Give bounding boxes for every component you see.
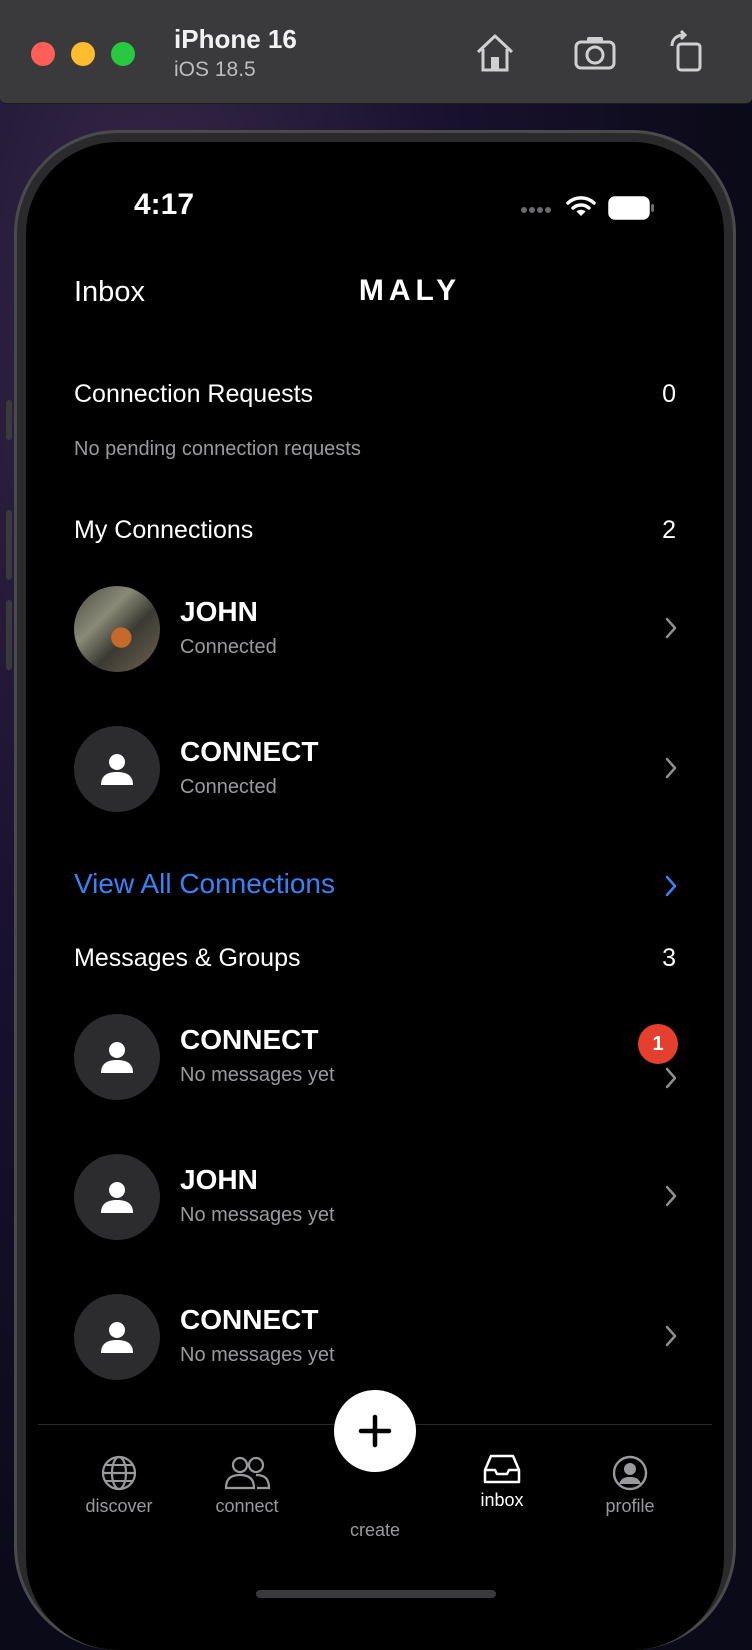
- tab-profile[interactable]: profile: [570, 1454, 690, 1517]
- status-time: 4:17: [134, 188, 195, 221]
- avatar: [74, 1014, 160, 1100]
- connection-status: Connected: [180, 636, 277, 658]
- messages-groups-count: 3: [662, 944, 676, 972]
- minimize-window-button[interactable]: [71, 42, 95, 66]
- conversation-name: CONNECT: [180, 1024, 319, 1055]
- conversation-name: CONNECT: [180, 1304, 319, 1335]
- my-connections-count: 2: [662, 516, 676, 544]
- rotate-icon[interactable]: [664, 30, 710, 76]
- connection-name: CONNECT: [180, 736, 319, 767]
- connection-row[interactable]: CONNECT Connected: [74, 726, 678, 812]
- battery-icon: [608, 196, 654, 220]
- tab-label: discover: [85, 1496, 153, 1516]
- connection-requests-empty: No pending connection requests: [74, 438, 361, 460]
- simulator-titlebar: iPhone 16 iOS 18.5: [0, 0, 752, 104]
- message-preview: No messages yet: [180, 1204, 335, 1226]
- message-row[interactable]: CONNECT No messages yet: [74, 1294, 678, 1380]
- zoom-window-button[interactable]: [111, 42, 135, 66]
- avatar: [74, 586, 160, 672]
- person-icon: [101, 1322, 133, 1353]
- home-indicator[interactable]: [256, 1590, 496, 1598]
- message-preview: No messages yet: [180, 1344, 335, 1366]
- chevron-right-icon: [665, 757, 677, 779]
- device-name: iPhone 16: [174, 24, 297, 54]
- person-icon: [101, 1182, 133, 1213]
- connection-requests-title: Connection Requests: [74, 380, 314, 408]
- connection-row[interactable]: JOHN Connected: [74, 586, 678, 672]
- tab-discover[interactable]: discover: [59, 1454, 179, 1517]
- tab-inbox[interactable]: inbox: [442, 1452, 562, 1511]
- avatar: [74, 726, 160, 812]
- chevron-right-icon: [665, 1067, 677, 1089]
- profile-icon: [612, 1455, 648, 1491]
- home-icon[interactable]: [472, 30, 518, 76]
- message-row[interactable]: CONNECT No messages yet: [74, 1014, 678, 1100]
- side-button: [6, 400, 12, 440]
- cellular-signal-icon: [521, 207, 551, 213]
- brand-logo: MALY: [358, 274, 462, 307]
- unread-badge: 1: [638, 1024, 678, 1064]
- tab-label: inbox: [480, 1490, 524, 1510]
- messages-groups-title: Messages & Groups: [74, 944, 301, 972]
- view-all-connections-link[interactable]: View All Connections: [74, 868, 335, 900]
- tab-label: profile: [605, 1496, 655, 1516]
- wifi-icon: [566, 196, 596, 216]
- person-icon: [101, 1042, 133, 1073]
- tab-label: connect: [215, 1496, 279, 1516]
- avatar: [74, 1154, 160, 1240]
- message-preview: No messages yet: [180, 1064, 335, 1086]
- screenshot-icon[interactable]: [572, 30, 618, 76]
- globe-icon: [101, 1455, 137, 1491]
- volume-up-button: [6, 510, 12, 580]
- chevron-right-icon[interactable]: [664, 874, 678, 898]
- connection-name: JOHN: [180, 596, 258, 627]
- create-button[interactable]: [334, 1390, 416, 1472]
- page-title: Inbox: [74, 276, 145, 308]
- person-icon: [101, 754, 133, 785]
- avatar: [74, 1294, 160, 1380]
- close-window-button[interactable]: [31, 42, 55, 66]
- people-icon: [224, 1456, 271, 1490]
- chevron-right-icon: [665, 617, 677, 639]
- plus-icon: [358, 1414, 392, 1448]
- chevron-right-icon: [665, 1185, 677, 1207]
- my-connections-title: My Connections: [74, 516, 254, 544]
- volume-down-button: [6, 600, 12, 670]
- inbox-icon: [483, 1454, 521, 1484]
- conversation-name: JOHN: [180, 1164, 258, 1195]
- message-row[interactable]: JOHN No messages yet: [74, 1154, 678, 1240]
- tab-create-label[interactable]: create: [315, 1520, 435, 1541]
- device-os-version: iOS 18.5: [174, 58, 256, 81]
- chevron-right-icon: [665, 1325, 677, 1347]
- connection-status: Connected: [180, 776, 277, 798]
- tab-connect[interactable]: connect: [187, 1454, 307, 1517]
- connection-requests-count: 0: [662, 380, 676, 408]
